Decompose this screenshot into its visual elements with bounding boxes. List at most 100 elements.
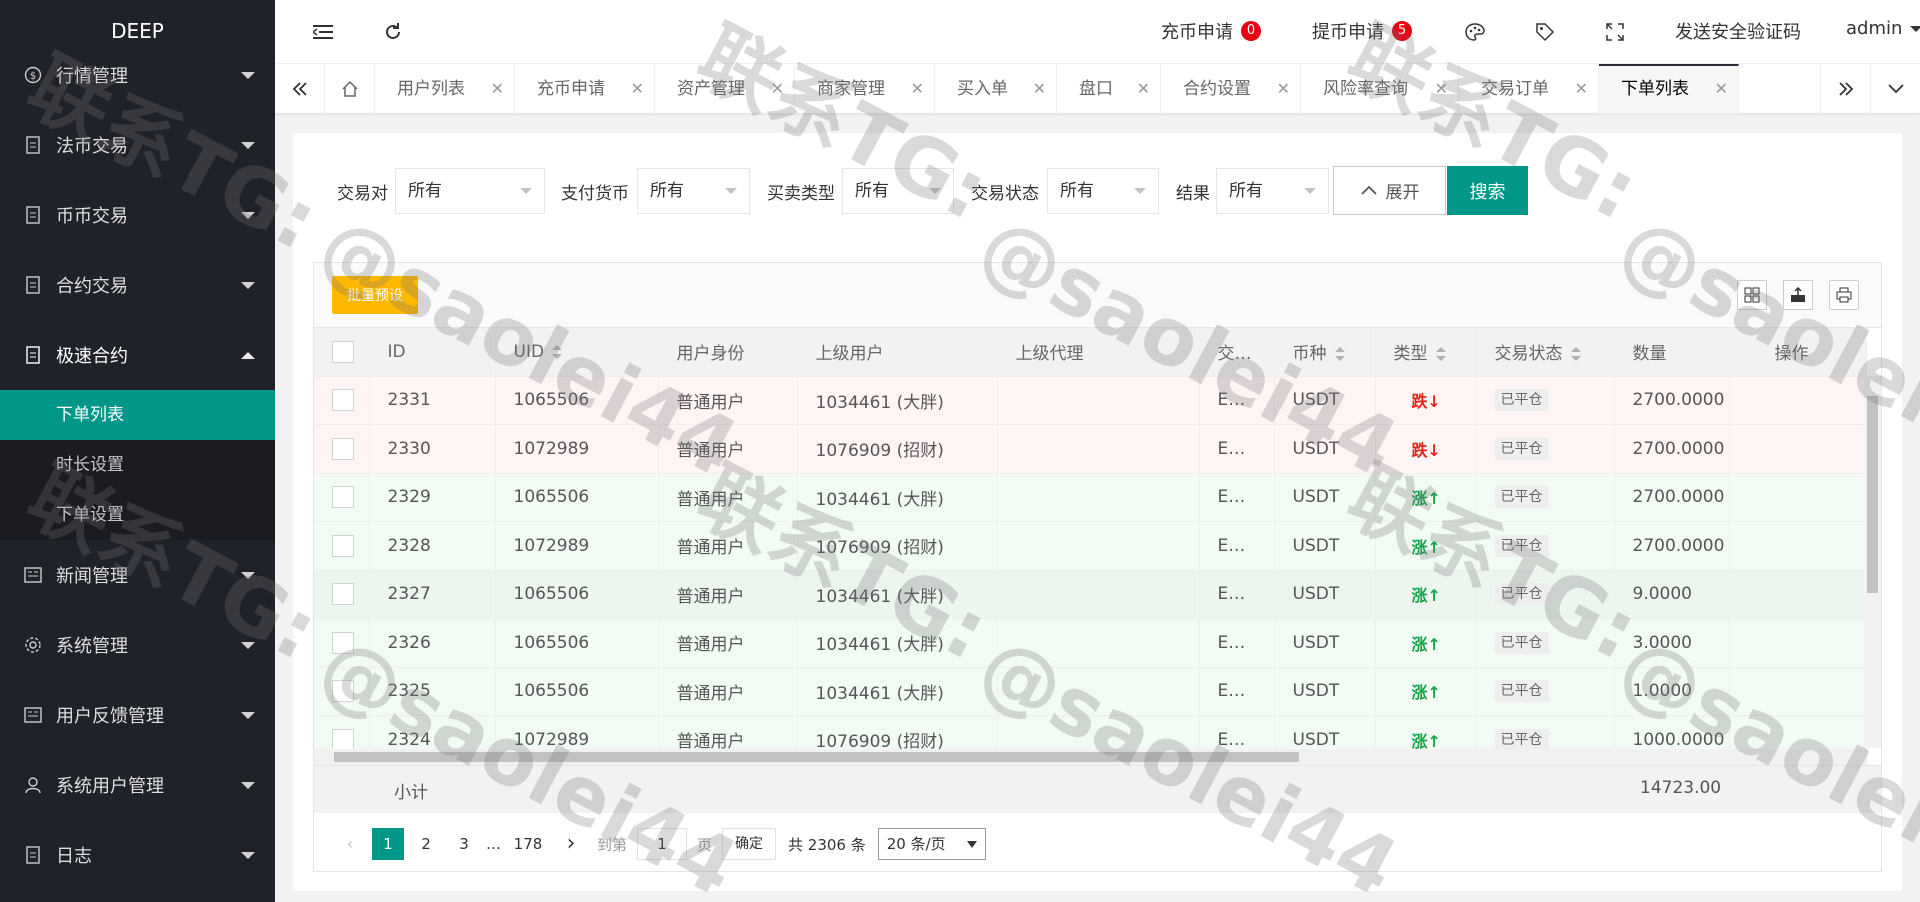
- refresh-icon[interactable]: [381, 20, 405, 44]
- col-status[interactable]: 交易状态: [1476, 328, 1615, 377]
- col-id[interactable]: ID: [369, 328, 496, 377]
- close-icon[interactable]: ✕: [771, 64, 784, 114]
- scrollbar-thumb[interactable]: [334, 752, 1299, 762]
- row-checkbox[interactable]: [332, 534, 354, 557]
- row-checkbox[interactable]: [332, 437, 354, 460]
- tabs-prev-icon[interactable]: [275, 64, 325, 114]
- table-row[interactable]: 2327 1065506 普通用户 1034461 (大胖) E… USDT 涨↑ 已平仓 9.…: [314, 570, 1867, 619]
- page-size-select[interactable]: 20 条/页: [877, 828, 986, 860]
- status-select[interactable]: 所有: [1047, 168, 1159, 214]
- tab-home-icon[interactable]: [325, 64, 375, 114]
- pair-select[interactable]: 所有: [395, 168, 545, 214]
- sidebar-subitem-order-list[interactable]: 下单列表: [0, 390, 275, 440]
- page-2[interactable]: 2: [410, 828, 442, 860]
- sort-icon[interactable]: [552, 344, 563, 359]
- close-icon[interactable]: ✕: [1137, 64, 1150, 114]
- col-parent[interactable]: 上级用户: [797, 328, 998, 377]
- sidebar-item-spot[interactable]: 币币交易: [0, 180, 275, 250]
- table-row[interactable]: 2328 1072989 普通用户 1076909 (招财) E… USDT 涨↑ 已平仓 27…: [314, 521, 1867, 571]
- export-icon[interactable]: [1783, 280, 1813, 310]
- col-qty[interactable]: 数量: [1614, 328, 1730, 377]
- sort-icon[interactable]: [1435, 347, 1446, 362]
- tab-asset-management[interactable]: 资产管理 ✕: [655, 64, 795, 114]
- close-icon[interactable]: ✕: [1715, 66, 1728, 112]
- row-checkbox[interactable]: [332, 728, 354, 751]
- table-row[interactable]: 2330 1072989 普通用户 1076909 (招财) E… USDT 跌↓ 已平仓 27…: [314, 424, 1867, 474]
- col-agent[interactable]: 上级代理: [997, 328, 1200, 377]
- fullscreen-icon[interactable]: [1603, 20, 1627, 44]
- select-all-checkbox[interactable]: [332, 340, 354, 363]
- page-178[interactable]: 178: [507, 828, 549, 860]
- user-menu[interactable]: admin: [1846, 18, 1920, 39]
- close-icon[interactable]: ✕: [1435, 64, 1448, 114]
- side-select[interactable]: 所有: [842, 168, 954, 214]
- sidebar-subitem-duration-settings[interactable]: 时长设置: [0, 440, 275, 490]
- sidebar-item-market[interactable]: $ 行情管理: [0, 40, 275, 110]
- col-type[interactable]: 类型: [1375, 328, 1477, 377]
- next-page-icon[interactable]: ›: [555, 828, 587, 860]
- row-checkbox[interactable]: [332, 680, 354, 703]
- table-row[interactable]: 2325 1065506 普通用户 1034461 (大胖) E… USDT 涨↑ 已平仓 1.…: [314, 667, 1867, 716]
- palette-icon[interactable]: [1463, 20, 1487, 44]
- tab-risk-query[interactable]: 风险率查询 ✕: [1301, 64, 1459, 114]
- close-icon[interactable]: ✕: [911, 64, 924, 114]
- tag-icon[interactable]: [1533, 20, 1557, 44]
- sort-icon[interactable]: [1334, 347, 1345, 362]
- table-row[interactable]: 2326 1065506 普通用户 1034461 (大胖) E… USDT 涨↑ 已平仓 3.…: [314, 618, 1867, 668]
- close-icon[interactable]: ✕: [631, 64, 644, 114]
- close-icon[interactable]: ✕: [491, 64, 504, 114]
- tab-trade-orders[interactable]: 交易订单 ✕: [1459, 64, 1599, 114]
- recharge-request-link[interactable]: 充币申请 0: [1161, 18, 1261, 44]
- sort-icon[interactable]: [1570, 347, 1581, 362]
- tabs-next-icon[interactable]: [1820, 64, 1870, 114]
- sidebar-item-system[interactable]: 系统管理: [0, 610, 275, 680]
- sidebar-item-fiat[interactable]: 法币交易: [0, 110, 275, 180]
- close-icon[interactable]: ✕: [1033, 64, 1046, 114]
- tab-recharge-request[interactable]: 充币申请 ✕: [515, 64, 655, 114]
- vertical-scrollbar[interactable]: [1864, 376, 1881, 748]
- row-checkbox[interactable]: [332, 631, 354, 654]
- menu-fold-icon[interactable]: [311, 20, 335, 44]
- sidebar-item-news[interactable]: 新闻管理: [0, 540, 275, 610]
- prev-page-icon[interactable]: ‹: [334, 828, 366, 860]
- sidebar-item-contract[interactable]: 合约交易: [0, 250, 275, 320]
- table-row[interactable]: 2329 1065506 普通用户 1034461 (大胖) E… USDT 涨↑ 已平仓 27…: [314, 473, 1867, 522]
- table-row[interactable]: 2331 1065506 普通用户 1034461 (大胖) E… USDT 跌↓ 已平仓 27…: [314, 376, 1867, 425]
- row-checkbox[interactable]: [332, 486, 354, 509]
- row-checkbox[interactable]: [332, 389, 354, 412]
- search-button[interactable]: 搜索: [1447, 166, 1528, 215]
- goto-page-input[interactable]: 1: [637, 828, 688, 860]
- close-icon[interactable]: ✕: [1277, 64, 1290, 114]
- print-icon[interactable]: [1829, 280, 1859, 310]
- tab-user-list[interactable]: 用户列表 ✕: [375, 64, 515, 114]
- tab-buy-orders[interactable]: 买入单 ✕: [935, 64, 1057, 114]
- col-coin[interactable]: 币种: [1274, 328, 1376, 377]
- tab-merchant-management[interactable]: 商家管理 ✕: [795, 64, 935, 114]
- col-pair[interactable]: 交…: [1199, 328, 1275, 377]
- col-role[interactable]: 用户身份: [658, 328, 798, 377]
- tab-contract-settings[interactable]: 合约设置 ✕: [1161, 64, 1301, 114]
- sidebar-item-feedback[interactable]: 用户反馈管理: [0, 680, 275, 750]
- page-3[interactable]: 3: [448, 828, 480, 860]
- sidebar-item-admin-users[interactable]: 系统用户管理: [0, 750, 275, 820]
- columns-icon[interactable]: [1737, 280, 1767, 310]
- tab-order-book[interactable]: 盘口 ✕: [1057, 64, 1161, 114]
- page-1[interactable]: 1: [372, 828, 404, 860]
- tab-order-list[interactable]: 下单列表 ✕: [1599, 64, 1739, 114]
- batch-preset-button[interactable]: 批量预设: [332, 276, 418, 314]
- result-select[interactable]: 所有: [1216, 168, 1329, 214]
- close-icon[interactable]: ✕: [1575, 64, 1588, 114]
- currency-select[interactable]: 所有: [637, 168, 750, 214]
- sidebar-item-quick-contract[interactable]: 极速合约: [0, 320, 275, 390]
- goto-confirm-button[interactable]: 确定: [722, 828, 777, 860]
- sidebar-item-logs[interactable]: 日志: [0, 820, 275, 890]
- sidebar-subitem-order-settings[interactable]: 下单设置: [0, 490, 275, 540]
- col-uid[interactable]: UID: [495, 328, 659, 377]
- send-security-code-link[interactable]: 发送安全验证码: [1675, 18, 1801, 44]
- expand-button[interactable]: 展开: [1333, 166, 1446, 215]
- row-checkbox[interactable]: [332, 583, 354, 606]
- scrollbar-thumb[interactable]: [1867, 396, 1878, 593]
- withdraw-request-link[interactable]: 提币申请 5: [1312, 18, 1412, 44]
- horizontal-scrollbar[interactable]: [314, 749, 1866, 765]
- tabs-menu-chevron-icon[interactable]: [1870, 64, 1920, 114]
